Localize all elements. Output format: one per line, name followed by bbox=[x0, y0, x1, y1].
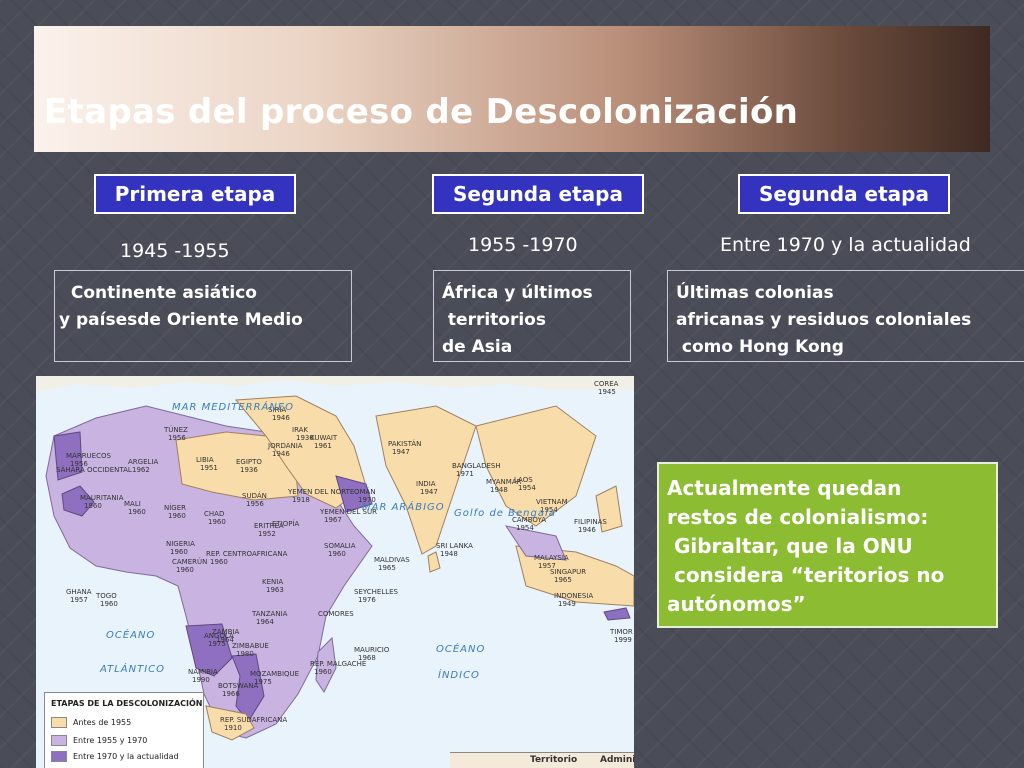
map-country-label: SÁHARA OCCIDENTAL bbox=[56, 465, 132, 474]
stage-1-description: Continente asiático y paísesde Oriente M… bbox=[54, 270, 352, 362]
timor-region bbox=[603, 607, 631, 621]
map-ocean-label: OCÉANO bbox=[436, 642, 485, 655]
stage-2-description: África y últimos territorios de Asia bbox=[433, 270, 631, 362]
table-header-territorio: Territorio bbox=[530, 755, 578, 765]
legend-swatch bbox=[51, 717, 67, 728]
stage-3-label: Segunda etapa bbox=[738, 174, 950, 214]
map-legend: ETAPAS DE LA DESCOLONIZACIÓN Antes de 19… bbox=[44, 692, 204, 768]
map-country-label: REP. MALGACHE 1960 bbox=[310, 660, 366, 676]
stage-3-period: Entre 1970 y la actualidad bbox=[720, 234, 971, 256]
map-ocean-label: ATLÁNTICO bbox=[99, 662, 165, 675]
europe-landmass bbox=[36, 376, 634, 392]
table-header-administracion: Adminis bbox=[600, 755, 634, 765]
map-ocean-label: MAR ARÁBIGO bbox=[362, 500, 445, 513]
legend-label: Entre 1970 y la actualidad bbox=[73, 752, 179, 761]
stage-1-label: Primera etapa bbox=[94, 174, 296, 214]
map-country-label: SRI LANKA 1948 bbox=[436, 542, 473, 558]
map-country-label: INDIA 1947 bbox=[416, 480, 438, 496]
stage-2-period: 1955 -1970 bbox=[468, 234, 578, 256]
map-country-label: TIMOR ORIENTAL1999 bbox=[609, 628, 634, 644]
map-country-label: SUDÁN 1956 bbox=[242, 491, 267, 508]
map-country-label: COREA 1945 bbox=[594, 380, 619, 396]
title-banner bbox=[34, 26, 990, 152]
legend-label: Entre 1955 y 1970 bbox=[73, 736, 148, 745]
map-country-label: TOGO 1960 bbox=[95, 592, 118, 608]
slide-title: Etapas del proceso de Descolonización bbox=[44, 92, 799, 132]
map-country-label: SEYCHELLES 1976 bbox=[354, 588, 399, 604]
map-ocean-label: Golfo de Bengala bbox=[454, 508, 556, 519]
map-ocean-label: MAR MEDITERRÁNEO bbox=[172, 400, 294, 413]
legend-item-before-1955: Antes de 1955 bbox=[51, 717, 131, 729]
map-ocean-label: ÍNDICO bbox=[438, 668, 480, 681]
map-country-label: COMORES bbox=[318, 610, 354, 618]
map-country-label: KENIA 1963 bbox=[262, 578, 284, 594]
map-country-label: NÍGER 1960 bbox=[164, 503, 186, 520]
decolonization-map: MARRUECOS 1956 ARGELIA 1962 TÚNEZ 1956 LIBIA 19… bbox=[36, 376, 634, 768]
map-ocean-label: OCÉANO bbox=[106, 628, 155, 641]
stage-1-period: 1945 -1955 bbox=[120, 240, 230, 262]
map-country-label: MALDIVAS 1965 bbox=[374, 556, 410, 572]
legend-title: ETAPAS DE LA DESCOLONIZACIÓN bbox=[51, 699, 203, 708]
legend-label: Antes de 1955 bbox=[73, 718, 132, 727]
sri-lanka bbox=[427, 551, 441, 573]
map-country-label: CHAD 1960 bbox=[204, 510, 226, 526]
legend-swatch bbox=[51, 735, 67, 746]
stage-2-label: Segunda etapa bbox=[432, 174, 644, 214]
legend-item-1955-1970: Entre 1955 y 1970 bbox=[51, 735, 147, 747]
map-country-label: MAURICIO 1968 bbox=[354, 646, 390, 662]
map-country-label: GHANA 1957 bbox=[66, 588, 92, 604]
legend-swatch bbox=[51, 751, 67, 762]
stage-3-description: Últimas colonias africanas y residuos co… bbox=[667, 270, 1024, 362]
legend-item-after-1970: Entre 1970 y la actualidad bbox=[51, 751, 179, 763]
map-table-header: Territorio Adminis bbox=[450, 752, 634, 768]
colonialism-note: Actualmente quedan restos de colonialism… bbox=[657, 462, 998, 628]
